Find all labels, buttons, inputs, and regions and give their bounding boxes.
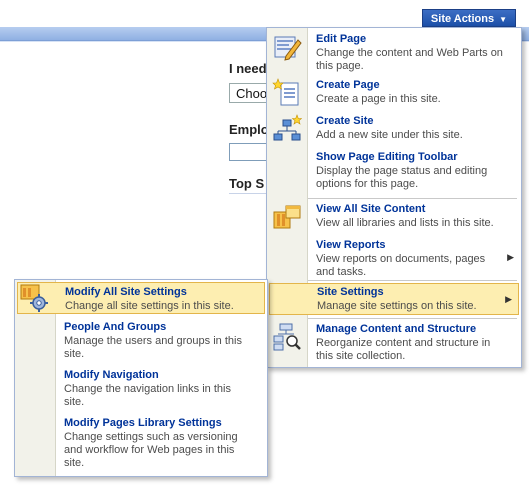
form-label-employee: Emplo [229,122,269,137]
menu-item-edit-page[interactable]: Edit Page Change the content and Web Par… [268,30,520,72]
menu-item-title: View Reports [316,239,386,251]
menu-item-pages-library-settings[interactable]: Modify Pages Library Settings Change set… [16,414,266,472]
create-page-icon [272,78,302,108]
menu-item-title: Edit Page [316,33,367,45]
menu-item-desc: View reports on documents, pages and tas… [316,253,486,278]
submenu-arrow-icon: ▶ [507,252,514,262]
form-label-need: I need [229,61,267,76]
menu-item-title: Modify All Site Settings [65,286,187,298]
menu-item-desc: View all libraries and lists in this sit… [316,217,494,229]
chevron-down-icon: ▼ [499,15,508,24]
site-settings-submenu: Modify All Site Settings Change all site… [14,279,268,477]
menu-item-title: View All Site Content [316,203,426,215]
menu-item-title: Create Page [316,79,380,91]
menu-item-create-page[interactable]: Create Page Create a page in this site. [268,76,520,110]
menu-item-title: Site Settings [317,286,384,298]
site-actions-button[interactable]: Site Actions ▼ [422,9,516,27]
menu-item-people-groups[interactable]: People And Groups Manage the users and g… [16,318,266,364]
edit-page-icon [272,32,302,62]
manage-content-icon [272,322,302,352]
menu-item-show-toolbar[interactable]: Show Page Editing Toolbar Display the pa… [268,148,520,194]
menu-separator [308,318,517,319]
submenu-arrow-icon: ▶ [505,294,512,304]
menu-item-desc: Manage site settings on this site. [317,300,477,312]
menu-item-desc: Display the page status and editing opti… [316,165,488,190]
menu-item-view-reports[interactable]: View Reports View reports on documents, … [268,236,520,282]
menu-item-manage-content[interactable]: Manage Content and Structure Reorganize … [268,320,520,366]
menu-item-desc: Change settings such as versioning and w… [64,431,238,469]
menu-item-desc: Change all site settings in this site. [65,300,234,312]
menu-item-desc: Change the navigation links in this site… [64,383,231,408]
menu-item-title: People And Groups [64,321,167,333]
create-site-icon [272,114,303,144]
section-heading-top: Top S [229,176,265,191]
menu-item-desc: Add a new site under this site. [316,129,463,141]
menu-item-create-site[interactable]: Create Site Add a new site under this si… [268,112,520,146]
menu-item-site-settings[interactable]: Site Settings Manage site settings on th… [269,283,519,315]
menu-separator [308,280,517,281]
site-actions-menu: Edit Page Change the content and Web Par… [266,27,522,368]
heading-underline [229,193,269,194]
menu-item-desc: Create a page in this site. [316,93,441,105]
menu-item-title: Show Page Editing Toolbar [316,151,458,163]
choose-select[interactable]: Choo [229,83,269,103]
employee-input[interactable] [229,143,269,161]
menu-item-title: Modify Pages Library Settings [64,417,222,429]
menu-item-desc: Change the content and Web Parts on this… [316,47,503,72]
menu-item-desc: Reorganize content and structure in this… [316,337,491,362]
menu-item-title: Manage Content and Structure [316,323,477,335]
menu-item-desc: Manage the users and groups in this site… [64,335,242,360]
menu-item-modify-navigation[interactable]: Modify Navigation Change the navigation … [16,366,266,412]
menu-item-modify-all-settings[interactable]: Modify All Site Settings Change all site… [17,282,265,314]
site-actions-label: Site Actions [430,13,495,25]
menu-item-title: Create Site [316,115,374,127]
menu-item-title: Modify Navigation [64,369,159,381]
view-all-content-icon [272,202,302,232]
menu-separator [308,198,517,199]
menu-item-view-all-content[interactable]: View All Site Content View all libraries… [268,200,520,234]
settings-gear-icon [19,283,49,313]
